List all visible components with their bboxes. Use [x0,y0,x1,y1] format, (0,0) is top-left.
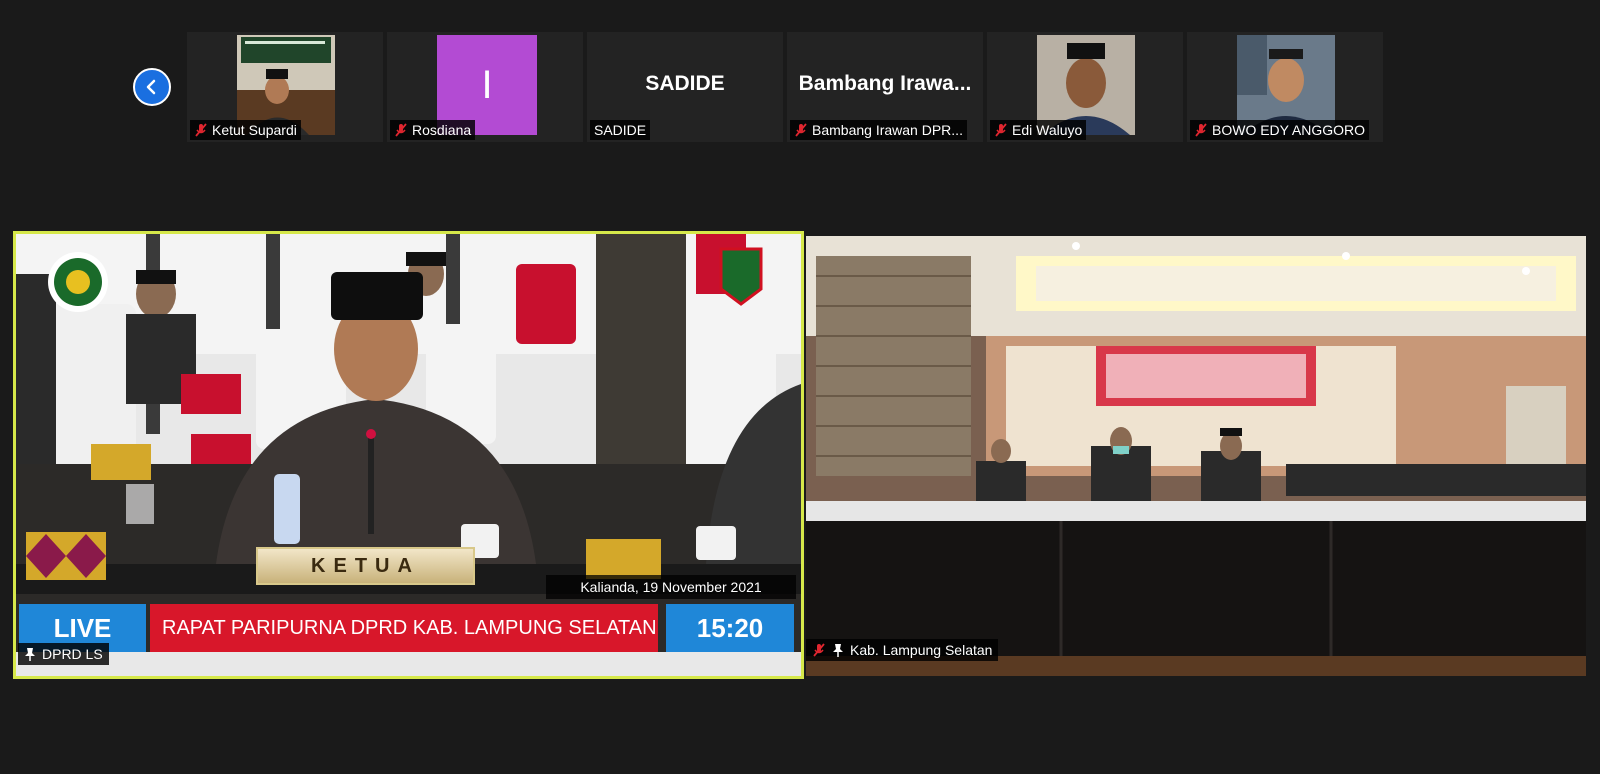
participant-name: SADIDE [594,122,647,138]
participant-tile-3[interactable]: SADIDE SADIDE [587,32,783,142]
muted-microphone-icon [395,123,407,137]
participant-name-label: BOWO EDY ANGGORO [1190,120,1369,140]
participant-display-name: SADIDE [645,72,725,95]
participant-name: Edi Waluyo [1012,122,1083,138]
pin-icon [25,648,35,661]
video-name-label: Kab. Lampung Selatan [806,639,999,661]
participant-tile-5[interactable]: Edi Waluyo [987,32,1183,142]
muted-microphone-icon [1195,123,1207,137]
participant-name-label: SADIDE [590,120,651,140]
participant-name-label: Rosdiana [390,120,476,140]
participant-name-label: Edi Waluyo [990,120,1087,140]
video-name: DPRD LS [42,646,103,662]
broadcast-title: RAPAT PARIPURNA DPRD KAB. LAMPUNG SELATA… [150,604,658,652]
muted-microphone-icon [795,123,807,137]
participant-tile-4[interactable]: Bambang Irawa... Bambang Irawan DPR... [787,32,983,142]
participant-name-label: Bambang Irawan DPR... [790,120,967,140]
broadcast-date: Kalianda, 19 November 2021 [546,575,796,599]
participant-display-name: Bambang Irawa... [798,72,972,95]
video-name-label: DPRD LS [18,643,109,665]
broadcast-time: 15:20 [666,604,794,652]
participant-name: BOWO EDY ANGGORO [1212,122,1365,138]
participant-name-label: Ketut Supardi [190,120,301,140]
previous-page-button[interactable] [133,68,171,106]
video-name: Kab. Lampung Selatan [850,642,993,658]
participant-tile-2[interactable]: I Rosdiana [387,32,583,142]
participant-tile-1[interactable]: Ketut Supardi [187,32,383,142]
ketua-name-plate: KETUA [256,547,475,585]
hall-video[interactable]: Kab. Lampung Selatan [806,236,1586,676]
hall-scene [806,236,1586,676]
active-speaker-video[interactable]: KETUA Kalianda, 19 November 2021 LIVE RA… [13,231,804,679]
participant-tile-6[interactable]: BOWO EDY ANGGORO [1187,32,1383,142]
participant-name: Rosdiana [412,122,472,138]
muted-microphone-icon [195,123,207,137]
pin-icon [833,644,843,657]
muted-microphone-icon [813,643,825,657]
muted-microphone-icon [995,123,1007,137]
participant-name: Bambang Irawan DPR... [812,122,963,138]
chevron-left-icon [146,79,156,95]
participant-name: Ketut Supardi [212,122,297,138]
